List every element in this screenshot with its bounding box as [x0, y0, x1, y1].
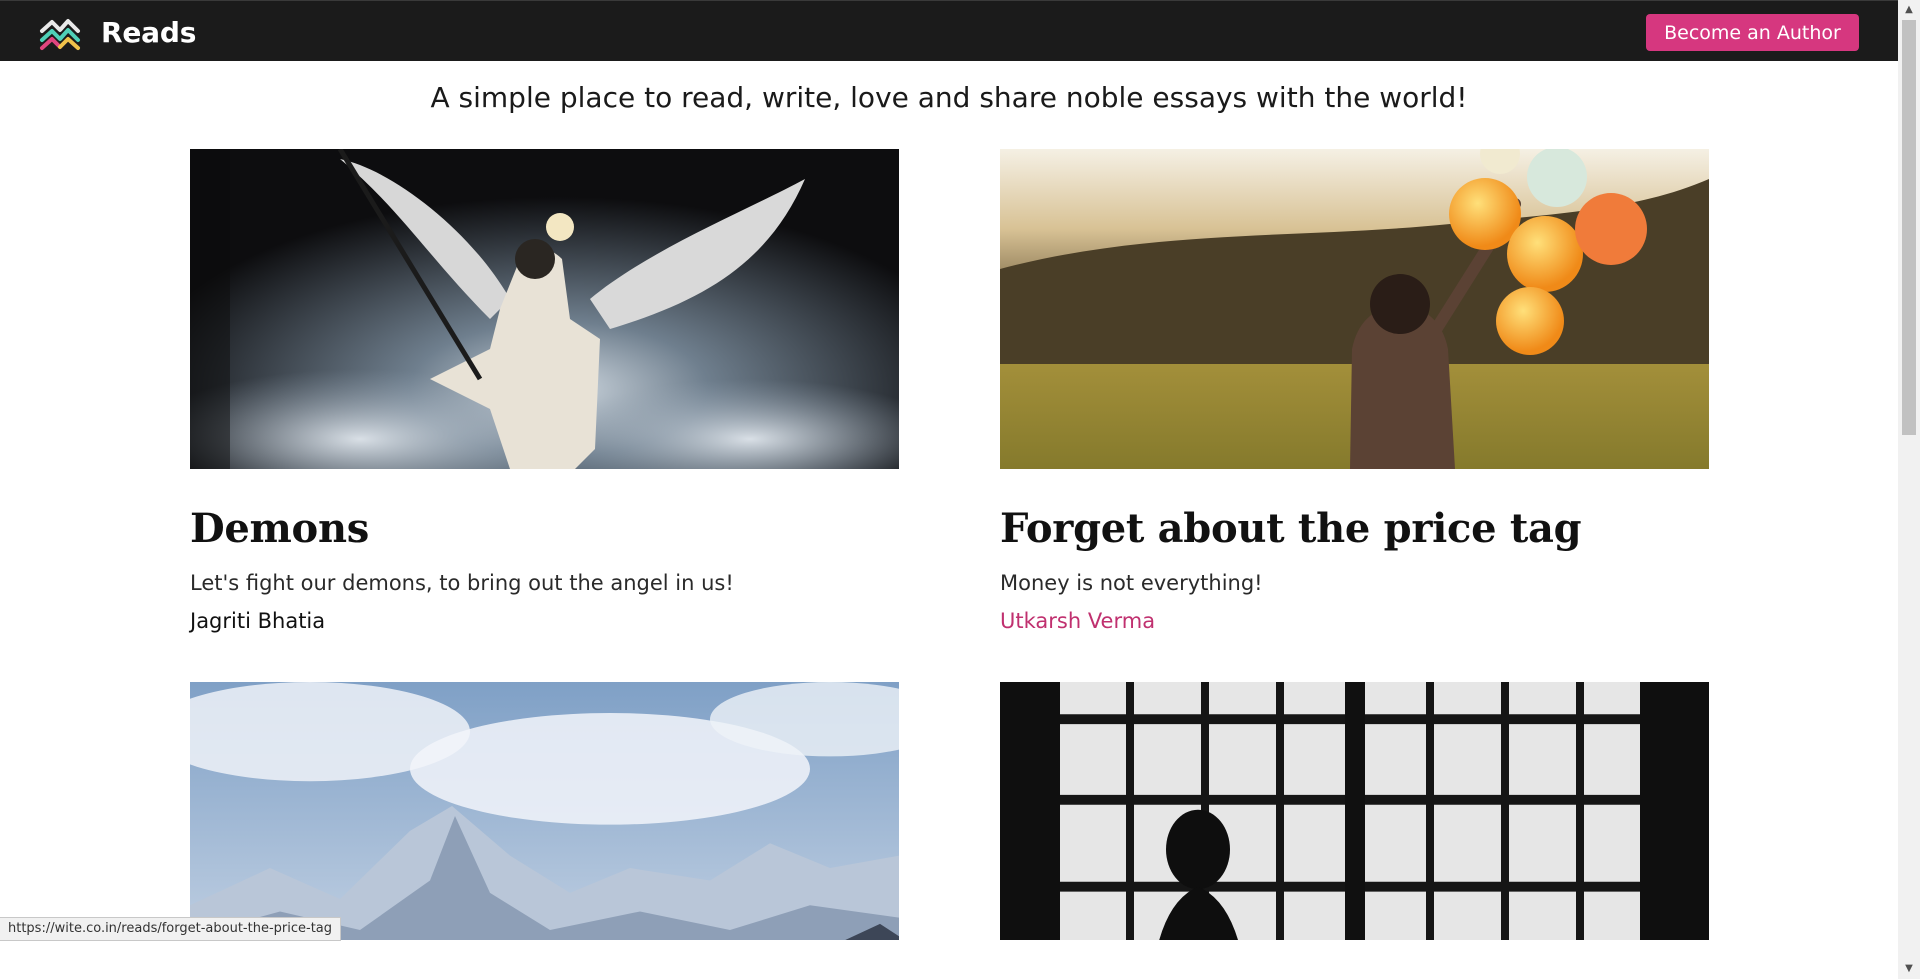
article-card-mountains[interactable]: [190, 682, 899, 940]
brand-name: Reads: [101, 15, 197, 49]
silhouette-at-window-photo: [1000, 682, 1709, 940]
article-title[interactable]: Forget about the price tag: [1000, 504, 1709, 554]
article-image[interactable]: [1000, 682, 1709, 940]
snowy-mountains-photo: [190, 682, 899, 940]
scrollbar-thumb[interactable]: [1902, 20, 1916, 435]
article-author[interactable]: Jagriti Bhatia: [190, 608, 899, 634]
article-title[interactable]: Demons: [190, 504, 899, 554]
brand-home-link[interactable]: Reads: [39, 13, 196, 51]
article-card-demons[interactable]: Demons Let's fight our demons, to bring …: [190, 149, 899, 634]
article-description: Money is not everything!: [1000, 571, 1263, 595]
page-tagline: A simple place to read, write, love and …: [430, 81, 1468, 114]
become-author-button[interactable]: Become an Author: [1646, 14, 1859, 51]
article-image[interactable]: [190, 682, 899, 940]
article-card-price-tag[interactable]: Forget about the price tag Money is not …: [1000, 149, 1709, 634]
article-description: Let's fight our demons, to bring out the…: [190, 571, 734, 595]
article-card-window[interactable]: [1000, 682, 1709, 940]
link-status-url: https://wite.co.in/reads/forget-about-th…: [0, 917, 342, 941]
page-scrollbar[interactable]: ▲ ▼: [1898, 0, 1920, 979]
scroll-down-arrow-icon[interactable]: ▼: [1898, 959, 1920, 979]
reads-logo-icon: [40, 19, 80, 50]
scroll-up-arrow-icon[interactable]: ▲: [1898, 0, 1920, 20]
top-navbar: Reads Become an Author: [0, 0, 1898, 61]
winged-swordsman-photo: [190, 149, 899, 469]
girl-with-balloons-photo: [1000, 149, 1709, 469]
article-author[interactable]: Utkarsh Verma: [1000, 608, 1709, 634]
article-image[interactable]: [190, 149, 899, 469]
article-image[interactable]: [1000, 149, 1709, 469]
